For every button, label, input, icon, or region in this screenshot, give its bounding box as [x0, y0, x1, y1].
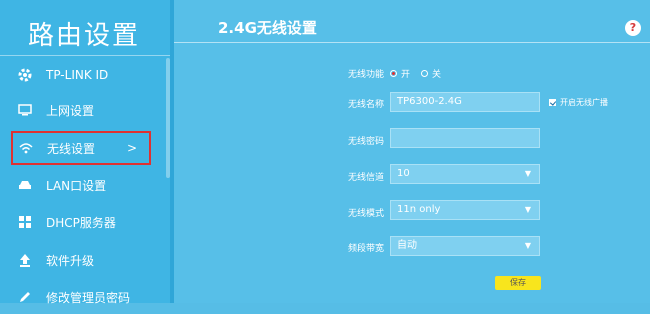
gear-icon [16, 66, 34, 84]
broadcast-checkbox[interactable]: 开启无线广播 [549, 97, 608, 108]
sidebar-item-dhcp[interactable]: DHCP服务器 [12, 205, 162, 239]
radio-dot [390, 70, 397, 77]
wireless-switch-label: 无线功能 [347, 70, 384, 80]
help-icon[interactable]: ? [625, 20, 641, 36]
password-label: 无线密码 [347, 137, 384, 147]
sidebar-item-tp-link-id[interactable]: TP-LINK ID [12, 58, 162, 92]
radio-on-label: 开 [401, 70, 411, 80]
upload-icon [16, 251, 34, 269]
pencil-icon [16, 288, 34, 306]
channel-value: 10 [397, 168, 410, 179]
wireless-on-radio[interactable]: 开 [390, 67, 410, 80]
broadcast-label: 开启无线广播 [560, 98, 608, 107]
sidebar-item-upgrade[interactable]: 软件升级 [12, 243, 162, 277]
sidebar-item-label: 上网设置 [46, 103, 95, 118]
divider [0, 55, 170, 56]
mode-value: 11n only [397, 204, 441, 215]
checkbox-box [549, 99, 556, 106]
brand-title: 路由设置 [28, 21, 141, 51]
bandwidth-select[interactable]: 自动 ▼ [390, 236, 540, 256]
dropdown-arrow-icon: ▼ [524, 241, 531, 250]
sidebar-item-label: LAN口设置 [46, 178, 107, 193]
sidebar-item-internet[interactable]: 上网设置 [12, 93, 162, 127]
sidebar-item-label: TP-LINK ID [46, 68, 109, 82]
bandwidth-label: 频段带宽 [347, 244, 384, 254]
ssid-input[interactable]: TP6300-2.4G [390, 92, 540, 112]
dhcp-icon [16, 213, 34, 231]
sidebar-item-wireless[interactable]: 无线设置 > [11, 131, 151, 165]
save-button[interactable]: 保存 [495, 276, 541, 290]
ssid-label: 无线名称 [347, 100, 384, 110]
radio-off-label: 关 [432, 70, 442, 80]
sidebar-scrollbar[interactable] [166, 58, 170, 178]
divider [174, 42, 650, 43]
channel-label: 无线信道 [347, 173, 384, 183]
wireless-off-radio[interactable]: 关 [421, 67, 441, 80]
sidebar-item-label: 无线设置 [47, 141, 96, 156]
channel-select[interactable]: 10 ▼ [390, 164, 540, 184]
bandwidth-value: 自动 [397, 240, 417, 251]
sidebar-item-label: 软件升级 [46, 253, 95, 268]
sidebar-item-lan[interactable]: LAN口设置 [12, 168, 162, 202]
password-input[interactable] [390, 128, 540, 148]
mode-select[interactable]: 11n only ▼ [390, 200, 540, 220]
mode-label: 无线模式 [347, 209, 384, 219]
dropdown-arrow-icon: ▼ [524, 205, 531, 214]
sidebar-item-admin-password[interactable]: 修改管理员密码 [12, 280, 162, 314]
sidebar: 路由设置 TP-LINK ID 上网设置 无线设置 > LAN口设置 DHCP服… [0, 0, 174, 305]
radio-dot [421, 70, 428, 77]
wifi-icon [17, 139, 35, 157]
car-icon [16, 176, 34, 194]
sidebar-item-label: DHCP服务器 [46, 215, 116, 230]
page-title: 2.4G无线设置 [218, 19, 317, 37]
chevron-right-icon: > [126, 141, 137, 155]
monitor-icon [16, 101, 34, 119]
main-panel: 2.4G无线设置 ? 无线功能 开 关 无线名称 TP6300-2.4G 开启无… [174, 0, 650, 303]
dropdown-arrow-icon: ▼ [524, 169, 531, 178]
